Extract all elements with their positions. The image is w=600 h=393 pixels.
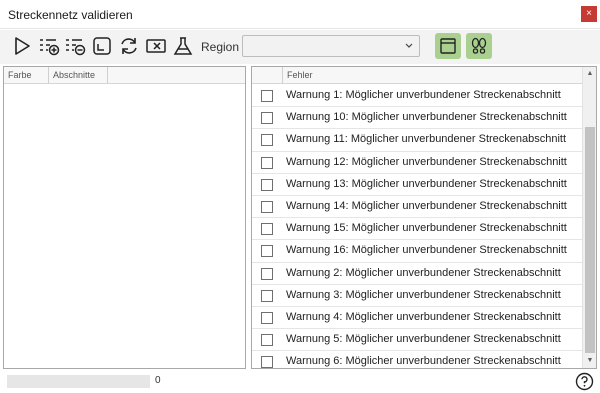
region-dropdown[interactable] xyxy=(242,35,420,57)
sections-table-header: Farbe Abschnitte xyxy=(4,67,245,84)
row-checkbox[interactable] xyxy=(261,134,273,147)
table-row[interactable]: Warnung 6: Möglicher unverbundener Strec… xyxy=(252,351,582,368)
error-message: Warnung 13: Möglicher unverbundener Stre… xyxy=(286,177,567,190)
row-checkbox[interactable] xyxy=(261,223,273,236)
table-row[interactable]: Warnung 12: Möglicher unverbundener Stre… xyxy=(252,152,582,174)
error-message: Warnung 2: Möglicher unverbundener Strec… xyxy=(286,266,561,279)
error-message: Warnung 3: Möglicher unverbundener Strec… xyxy=(286,288,561,301)
table-row[interactable]: Warnung 13: Möglicher unverbundener Stre… xyxy=(252,174,582,196)
table-row[interactable]: Warnung 11: Möglicher unverbundener Stre… xyxy=(252,129,582,152)
toolbar: Region xyxy=(0,30,600,64)
progress-value: 0 xyxy=(155,375,161,386)
scroll-up-icon[interactable]: ▲ xyxy=(583,67,597,81)
footprints-toggle[interactable] xyxy=(466,33,492,59)
refresh-icon[interactable] xyxy=(118,35,140,57)
row-checkbox[interactable] xyxy=(261,267,273,280)
column-header-errors[interactable]: Fehler xyxy=(283,67,313,84)
crop-icon[interactable] xyxy=(91,35,113,57)
row-checkbox[interactable] xyxy=(261,178,273,191)
row-checkbox[interactable] xyxy=(261,334,273,347)
row-checkbox[interactable] xyxy=(261,356,273,368)
error-message: Warnung 4: Möglicher unverbundener Strec… xyxy=(286,310,561,323)
table-row[interactable]: Warnung 3: Möglicher unverbundener Strec… xyxy=(252,285,582,307)
scrollbar-thumb[interactable] xyxy=(585,127,595,353)
help-icon[interactable] xyxy=(575,372,594,391)
region-label: Region xyxy=(201,40,240,54)
row-checkbox[interactable] xyxy=(261,156,273,169)
table-row[interactable]: Warnung 10: Möglicher unverbundener Stre… xyxy=(252,107,582,130)
single-panel-layout-icon xyxy=(440,38,456,54)
vertical-scrollbar[interactable]: ▲ ▼ xyxy=(582,67,596,368)
error-message: Warnung 15: Möglicher unverbundener Stre… xyxy=(286,222,567,235)
row-checkbox[interactable] xyxy=(261,112,273,125)
error-message: Warnung 5: Möglicher unverbundener Strec… xyxy=(286,333,561,346)
errors-table-header: Fehler xyxy=(252,67,582,84)
table-row[interactable]: Warnung 4: Möglicher unverbundener Strec… xyxy=(252,307,582,330)
table-row[interactable]: Warnung 1: Möglicher unverbundener Strec… xyxy=(252,85,582,108)
table-row[interactable]: Warnung 2: Möglicher unverbundener Strec… xyxy=(252,263,582,285)
error-message: Warnung 12: Möglicher unverbundener Stre… xyxy=(286,155,567,168)
errors-table: Fehler Warnung 1: Möglicher unverbundene… xyxy=(251,66,597,369)
column-header-sections[interactable]: Abschnitte xyxy=(49,67,108,84)
table-row[interactable]: Warnung 14: Möglicher unverbundener Stre… xyxy=(252,196,582,219)
error-message: Warnung 10: Möglicher unverbundener Stre… xyxy=(286,111,567,124)
window-title: Streckennetz validieren xyxy=(8,8,133,22)
progress-bar xyxy=(7,375,150,388)
table-row[interactable]: Warnung 16: Möglicher unverbundener Stre… xyxy=(252,240,582,263)
scroll-down-icon[interactable]: ▼ xyxy=(583,354,597,368)
error-message: Warnung 1: Möglicher unverbundener Strec… xyxy=(286,89,561,101)
play-icon[interactable] xyxy=(11,35,33,57)
title-bar: Streckennetz validieren × xyxy=(0,0,600,29)
error-message: Warnung 11: Möglicher unverbundener Stre… xyxy=(286,133,567,146)
errors-list: Warnung 1: Möglicher unverbundener Strec… xyxy=(252,85,582,368)
table-row[interactable]: Warnung 15: Möglicher unverbundener Stre… xyxy=(252,218,582,241)
error-message: Warnung 6: Möglicher unverbundener Strec… xyxy=(286,355,561,368)
add-list-icon[interactable] xyxy=(38,35,60,57)
column-header-color[interactable]: Farbe xyxy=(4,67,49,84)
row-checkbox[interactable] xyxy=(261,245,273,258)
row-checkbox[interactable] xyxy=(261,200,273,213)
close-button[interactable]: × xyxy=(581,6,597,22)
flask-icon[interactable] xyxy=(172,35,194,57)
chevron-down-icon xyxy=(403,39,415,53)
select-all-column-header[interactable] xyxy=(252,67,283,84)
row-checkbox[interactable] xyxy=(261,289,273,302)
clear-field-icon[interactable] xyxy=(145,35,167,57)
sections-table: Farbe Abschnitte xyxy=(3,66,246,369)
row-checkbox[interactable] xyxy=(261,90,273,102)
error-message: Warnung 14: Möglicher unverbundener Stre… xyxy=(286,199,567,212)
row-checkbox[interactable] xyxy=(261,311,273,324)
table-row[interactable]: Warnung 5: Möglicher unverbundener Strec… xyxy=(252,329,582,352)
error-message: Warnung 16: Möglicher unverbundener Stre… xyxy=(286,244,567,257)
remove-list-icon[interactable] xyxy=(64,35,86,57)
footprints-icon xyxy=(471,37,487,54)
single-panel-layout-toggle[interactable] xyxy=(435,33,461,59)
